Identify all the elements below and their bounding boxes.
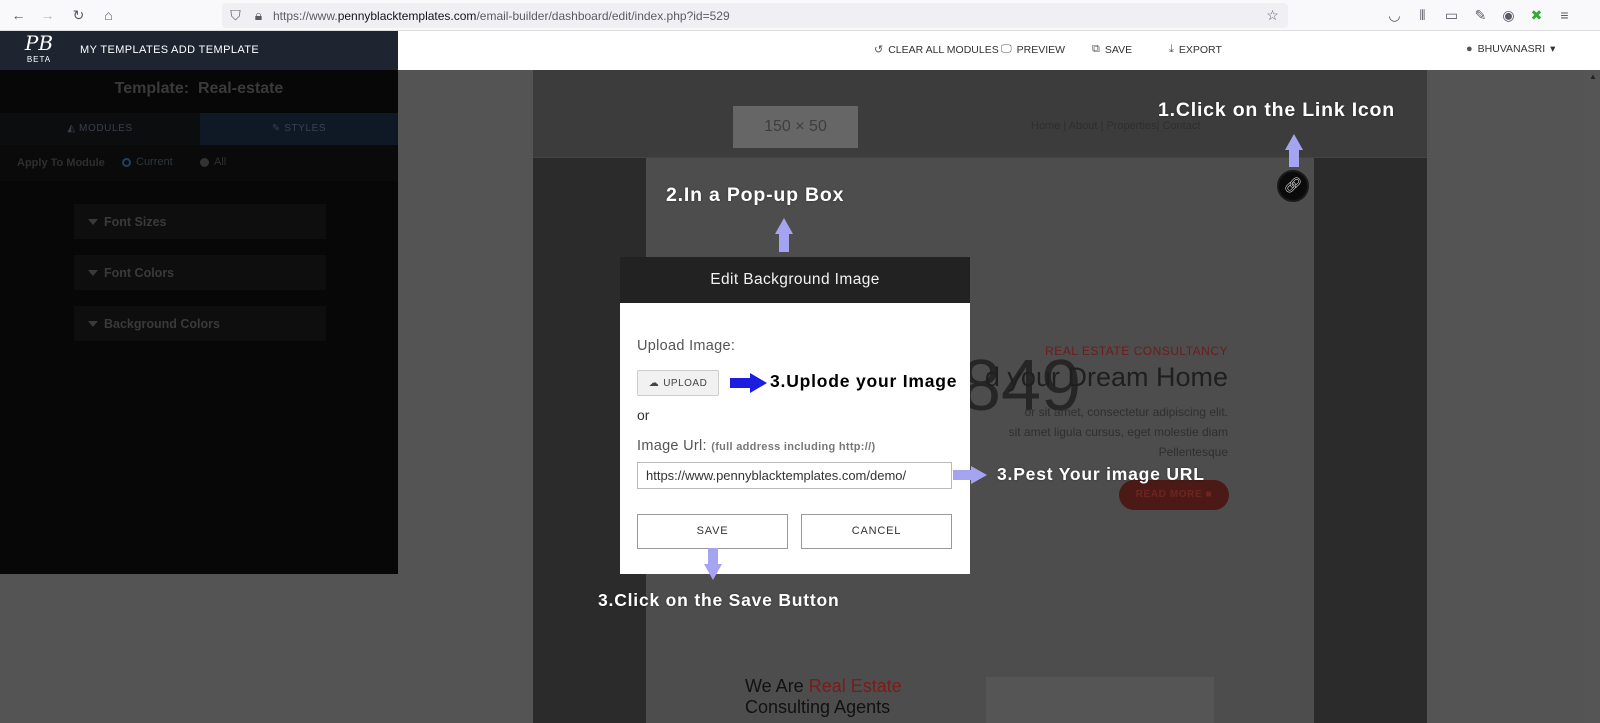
arrow-up-step2 (775, 218, 793, 252)
annotation-step3a: 3.Uplode your Image (770, 371, 958, 391)
arrow-right-step3a (730, 373, 767, 393)
arrow-down-step3c (704, 548, 722, 580)
annotation-step2: 2.In a Pop-up Box (666, 184, 845, 206)
annotation-step1: 1.Click on the Link Icon (1158, 99, 1395, 121)
arrow-up-step1 (1285, 134, 1303, 167)
annotation-step3c: 3.Click on the Save Button (598, 590, 840, 610)
annotation-step3b: 3.Pest Your image URL (997, 464, 1205, 484)
arrow-right-step3b (953, 466, 987, 484)
